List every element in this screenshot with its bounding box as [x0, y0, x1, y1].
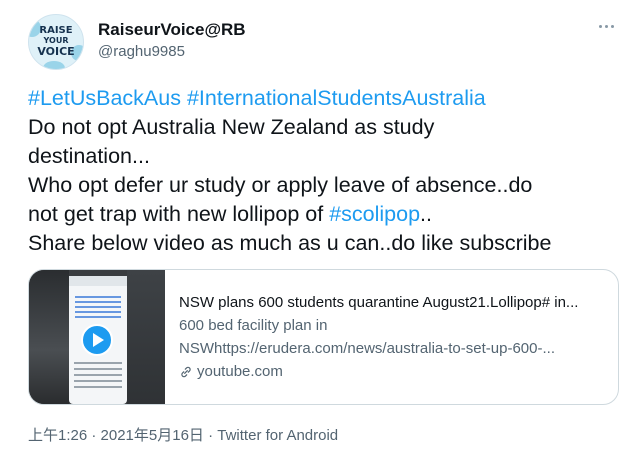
hashtag-letusbackaus[interactable]: #LetUsBackAus	[28, 86, 181, 110]
avatar-logo-line1: RAISE	[39, 25, 73, 36]
link-icon	[181, 366, 191, 377]
tweet-line-5-suffix: ..	[420, 202, 432, 226]
link-card-domain-row: youtube.com	[179, 362, 594, 382]
meta-separator: ·	[203, 427, 218, 444]
author-display-name[interactable]: RaiseurVoice@RB	[98, 20, 246, 40]
avatar-logo-line2: YOUR	[43, 36, 69, 45]
avatar-logo-line3: VOICE	[37, 45, 75, 58]
more-horizontal-icon	[598, 24, 614, 28]
link-preview-card[interactable]: NSW plans 600 students quarantine August…	[28, 269, 619, 405]
tweet-line-3: destination...	[28, 144, 150, 168]
tweet-meta: 上午1:26 · 2021年5月16日 · Twitter for Androi…	[28, 424, 338, 445]
tweet-line-5-prefix: not get trap with new lollipop of	[28, 202, 330, 226]
hashtag-internationalstudentsaustralia[interactable]: #InternationalStudentsAustralia	[187, 86, 486, 110]
link-card-domain: youtube.com	[197, 362, 283, 380]
avatar[interactable]: RAISE YOUR VOICE	[28, 14, 84, 70]
play-icon[interactable]	[81, 324, 113, 356]
link-card-title: NSW plans 600 students quarantine August…	[179, 293, 579, 311]
more-options-button[interactable]	[590, 14, 622, 38]
link-card-description-line2: NSWhttps://erudera.com/news/australia-to…	[179, 339, 555, 357]
tweet-line-6: Share below video as much as u can..do l…	[28, 231, 552, 255]
tweet-line-5: not get trap with new lollipop of #scoli…	[28, 200, 628, 229]
tweet-timestamp[interactable]: 上午1:26 · 2021年5月16日	[28, 427, 204, 444]
hashtag-scolipop[interactable]: #scolipop	[329, 202, 420, 226]
tweet-line-2: Do not opt Australia New Zealand as stud…	[28, 115, 435, 139]
tweet-text: #LetUsBackAus #InternationalStudentsAust…	[28, 84, 628, 258]
tweet: RAISE YOUR VOICE RaiseurVoice@RB @raghu9…	[0, 0, 640, 460]
tweet-source[interactable]: Twitter for Android	[217, 427, 338, 444]
author-handle[interactable]: @raghu9985	[98, 43, 185, 60]
link-card-body: NSW plans 600 students quarantine August…	[165, 270, 606, 404]
video-thumbnail[interactable]	[29, 270, 165, 404]
tweet-hashtags-line: #LetUsBackAus #InternationalStudentsAust…	[28, 84, 628, 113]
link-card-description-line1: 600 bed facility plan in	[179, 316, 328, 334]
tweet-line-4: Who opt defer ur study or apply leave of…	[28, 173, 533, 197]
